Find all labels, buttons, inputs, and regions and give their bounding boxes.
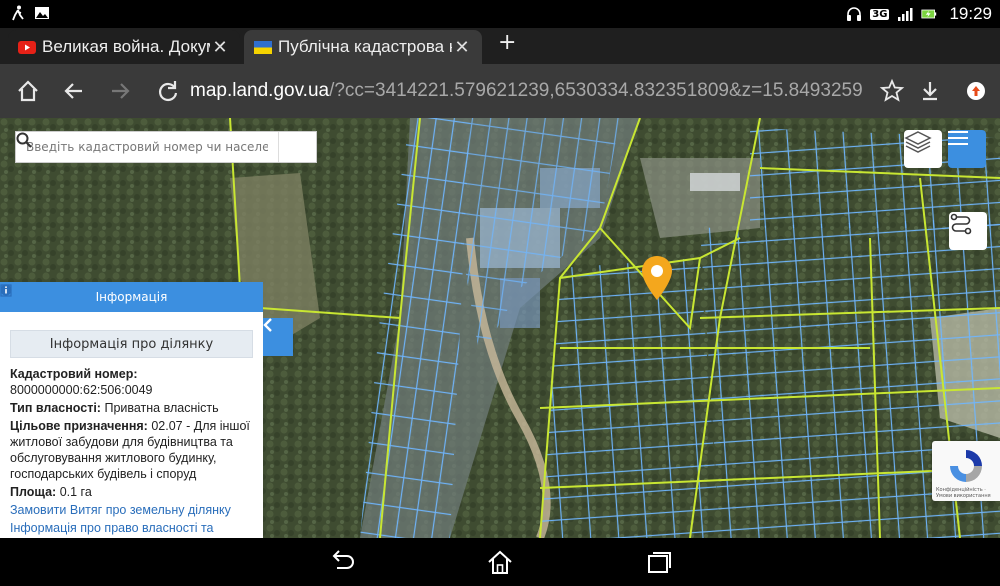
address-bar[interactable]: map.land.gov.ua/?cc=3414221.579621239,65… <box>190 80 870 104</box>
ukraine-flag-icon <box>254 40 272 54</box>
cadastral-number-label: Кадастровий номер: <box>10 367 138 381</box>
tab-cadastral-map[interactable]: Публічна кадастрова к ✕ <box>244 30 482 64</box>
tab-youtube[interactable]: Великая война. Докум ✕ <box>8 30 240 64</box>
cadastral-number-row: Кадастровий номер: 8000000000:62:506:004… <box>10 366 253 398</box>
close-tab-icon[interactable]: ✕ <box>210 37 230 58</box>
ownership-rights-link[interactable]: Інформація про право власності та <box>0 284 253 536</box>
search-input[interactable] <box>16 132 278 162</box>
hamburger-menu-icon <box>948 131 968 145</box>
ownership-rights-label: Інформація про право власності та <box>10 521 214 535</box>
battery-charging-icon <box>921 9 937 19</box>
clock: 19:29 <box>949 4 992 23</box>
collapse-panel-button[interactable] <box>263 318 293 356</box>
forward-icon[interactable] <box>106 77 134 105</box>
download-icon[interactable] <box>916 77 944 105</box>
url-host: map.land.gov.ua <box>190 80 330 101</box>
bookmark-star-icon[interactable] <box>878 77 906 105</box>
recaptcha-icon <box>950 450 982 482</box>
image-icon <box>35 7 49 19</box>
search-icon <box>16 132 32 148</box>
purpose-row: Цільове призначення: 02.07 - Для іншої ж… <box>10 418 253 482</box>
network-type: 3G <box>870 8 890 20</box>
android-nav-bar <box>0 538 1000 586</box>
cadastral-number-value: 8000000000:62:506:0049 <box>10 383 153 397</box>
update-icon[interactable] <box>962 77 990 105</box>
menu-button[interactable] <box>948 130 986 168</box>
area-value: 0.1 га <box>59 485 92 499</box>
tab-title: Великая война. Докум <box>42 37 210 56</box>
route-button[interactable] <box>949 212 987 250</box>
search-button[interactable] <box>16 132 316 162</box>
chevron-left-icon <box>263 318 272 332</box>
area-label: Площа: <box>10 485 57 499</box>
ownership-label: Тип власності: <box>10 401 101 415</box>
back-icon[interactable] <box>60 77 88 105</box>
panel-header: Інформація <box>0 282 263 312</box>
home-nav-icon[interactable] <box>485 548 515 576</box>
signal-icon <box>898 8 913 21</box>
recaptcha-badge[interactable]: Конфіденційність · Умови використання <box>932 441 1000 501</box>
route-icon <box>950 213 972 235</box>
youtube-icon <box>18 40 36 54</box>
headphones-icon <box>847 7 862 21</box>
parcel-info-panel: Інформація Інформація про ділянку Кадаст… <box>0 282 263 538</box>
home-icon[interactable] <box>14 77 42 105</box>
url-path: /?cc=3414221.579621239,6530334.832351809… <box>329 80 863 101</box>
reload-icon[interactable] <box>154 77 182 105</box>
ownership-row: Тип власності: Приватна власність <box>10 400 253 416</box>
close-tab-icon[interactable]: ✕ <box>452 37 472 58</box>
area-row: Площа: 0.1 га <box>10 484 253 500</box>
hiking-icon <box>12 5 24 21</box>
order-extract-link[interactable]: Замовити Витяг про земельну ділянку <box>0 284 253 518</box>
purpose-label: Цільове призначення: <box>10 419 148 433</box>
map-pin-icon[interactable] <box>640 254 674 302</box>
back-nav-icon[interactable] <box>327 548 357 576</box>
layers-icon <box>904 131 932 153</box>
browser-toolbar: map.land.gov.ua/?cc=3414221.579621239,65… <box>0 64 1000 118</box>
cadastral-search <box>15 131 317 163</box>
recent-apps-icon[interactable] <box>643 548 673 576</box>
status-bar: 3G 19:29 <box>0 0 1000 28</box>
parcel-details: Кадастровий номер: 8000000000:62:506:004… <box>0 284 263 536</box>
tab-title: Публічна кадастрова к <box>278 37 452 56</box>
order-extract-label: Замовити Витяг про земельну ділянку <box>10 503 231 517</box>
layers-button[interactable] <box>904 130 942 168</box>
info-icon <box>0 284 12 296</box>
ownership-value: Приватна власність <box>104 401 219 415</box>
cadastral-map[interactable]: Інформація Інформація про ділянку Кадаст… <box>0 118 1000 538</box>
tab-strip: Великая война. Докум ✕ Публічна кадастро… <box>0 28 1000 64</box>
new-tab-button[interactable]: + <box>498 30 516 55</box>
panel-subheader: Інформація про ділянку <box>10 330 253 358</box>
recaptcha-links: Конфіденційність · Умови використання <box>936 487 991 499</box>
